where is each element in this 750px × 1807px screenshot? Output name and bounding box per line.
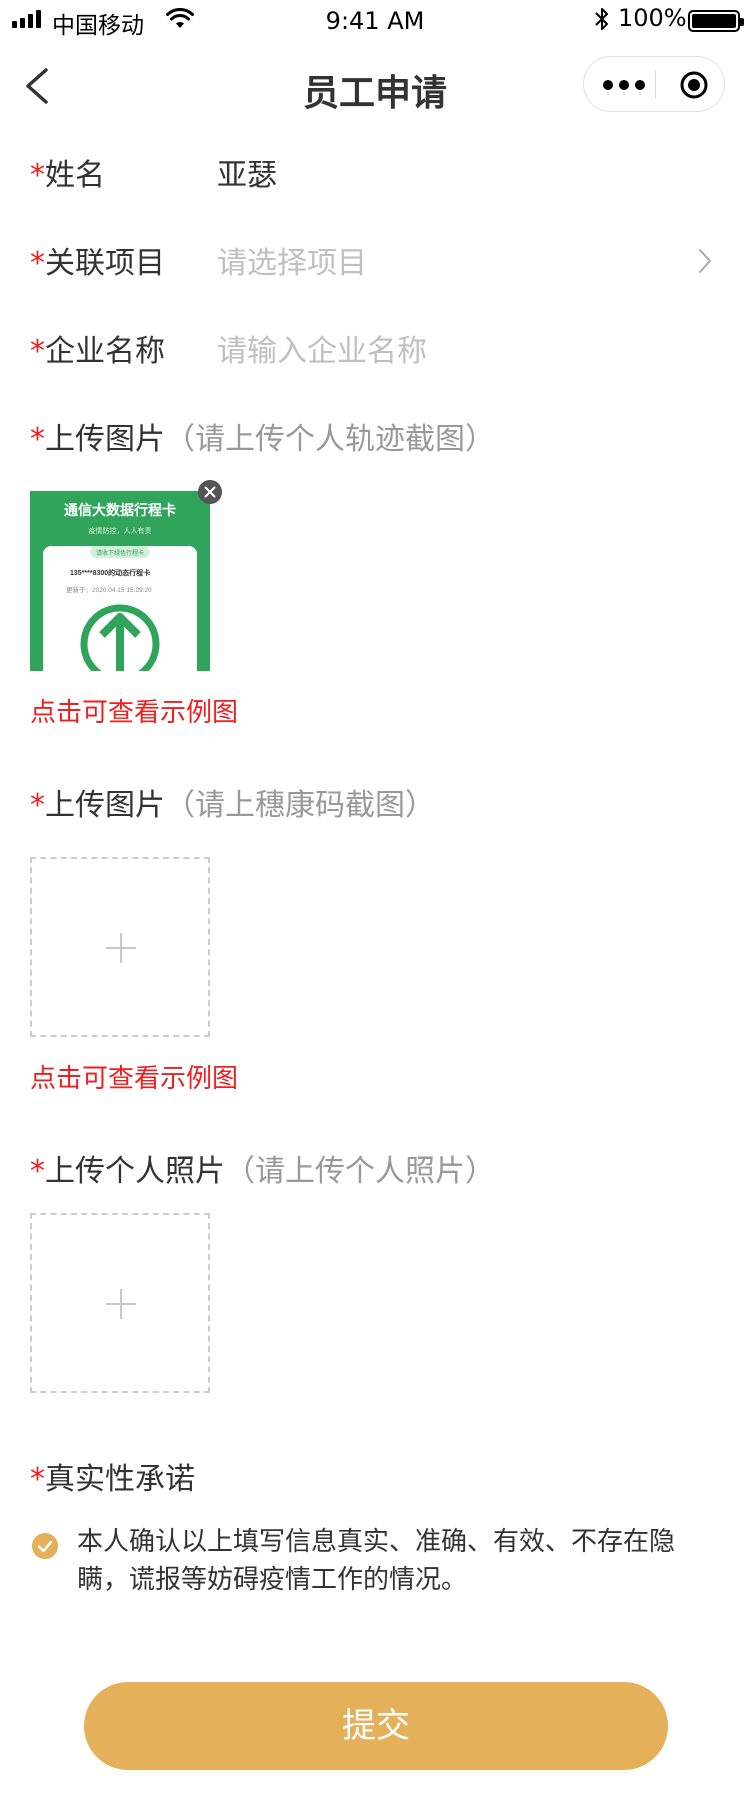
health-code-upload-hint: （请上穗康码截图） [165,788,435,823]
project-row[interactable]: *关联项目 请选择项目 [0,230,750,290]
bluetooth-icon [595,8,608,30]
company-label: *企业名称 [30,334,165,369]
remove-image-icon[interactable] [198,480,222,504]
plus-icon [106,1289,136,1319]
battery-percent: 100% [618,4,687,32]
commitment-checkbox[interactable] [32,1533,58,1559]
battery-icon [688,10,744,32]
name-row: *姓名 亚瑟 [0,142,750,202]
itinerary-upload-hint: （请上传个人轨迹截图） [165,422,495,457]
close-miniprogram-icon[interactable] [679,70,709,100]
photo-upload-label: *上传个人照片（请上传个人照片） [30,1154,495,1189]
health-code-upload-row: *上传图片（请上穗康码截图） [0,772,750,832]
itinerary-thumbnail[interactable]: 通信大数据行程卡 疫情防控，人人有责 请收下绿色行程卡 135****8300的… [30,491,210,671]
name-value[interactable]: 亚瑟 [217,150,277,194]
itinerary-upload-label: *上传图片（请上传个人轨迹截图） [30,422,495,457]
itinerary-card-image: 通信大数据行程卡 疫情防控，人人有责 请收下绿色行程卡 135****8300的… [30,491,210,671]
commitment-text: 本人确认以上填写信息真实、准确、有效、不存在隐瞒，谎报等妨碍疫情工作的情况。 [77,1527,676,1595]
photo-upload-box[interactable] [30,1213,210,1393]
health-code-upload-box[interactable] [30,857,210,1037]
nav-bar: 员工申请 [0,44,750,132]
company-row: *企业名称 请输入企业名称 [0,318,750,378]
project-select[interactable]: 请选择项目 [217,238,367,282]
health-code-upload-label: *上传图片（请上穗康码截图） [30,788,435,823]
plus-icon [106,933,136,963]
miniprogram-capsule [583,56,725,112]
itinerary-upload-row: *上传图片（请上传个人轨迹截图） [0,406,750,466]
photo-upload-hint: （请上传个人照片） [225,1154,495,1189]
thumbnail-phone-line: 135****8300的动态行程卡 [70,568,150,577]
commitment-row: *真实性承诺 [0,1446,750,1506]
itinerary-example-link[interactable]: 点击可查看示例图 [30,692,238,729]
photo-upload-row: *上传个人照片（请上传个人照片） [0,1138,750,1198]
commitment-label: *真实性承诺 [30,1462,195,1497]
thumbnail-updated: 更新于：2020.04.15 15:29:20 [66,585,152,594]
thumbnail-pill: 请收下绿色行程卡 [96,549,144,557]
status-bar: 中国移动 9:41 AM 100% [0,0,750,44]
company-input[interactable]: 请输入企业名称 [217,326,427,370]
more-icon[interactable] [600,71,648,99]
capsule-divider [655,71,656,99]
chevron-right-icon[interactable] [696,246,714,276]
name-label: *姓名 [30,158,105,193]
thumbnail-subtitle: 疫情防控，人人有责 [89,526,152,535]
thumbnail-title: 通信大数据行程卡 [64,502,176,518]
health-code-example-link[interactable]: 点击可查看示例图 [30,1058,238,1095]
submit-button[interactable]: 提交 [84,1682,668,1770]
project-label: *关联项目 [30,246,165,281]
